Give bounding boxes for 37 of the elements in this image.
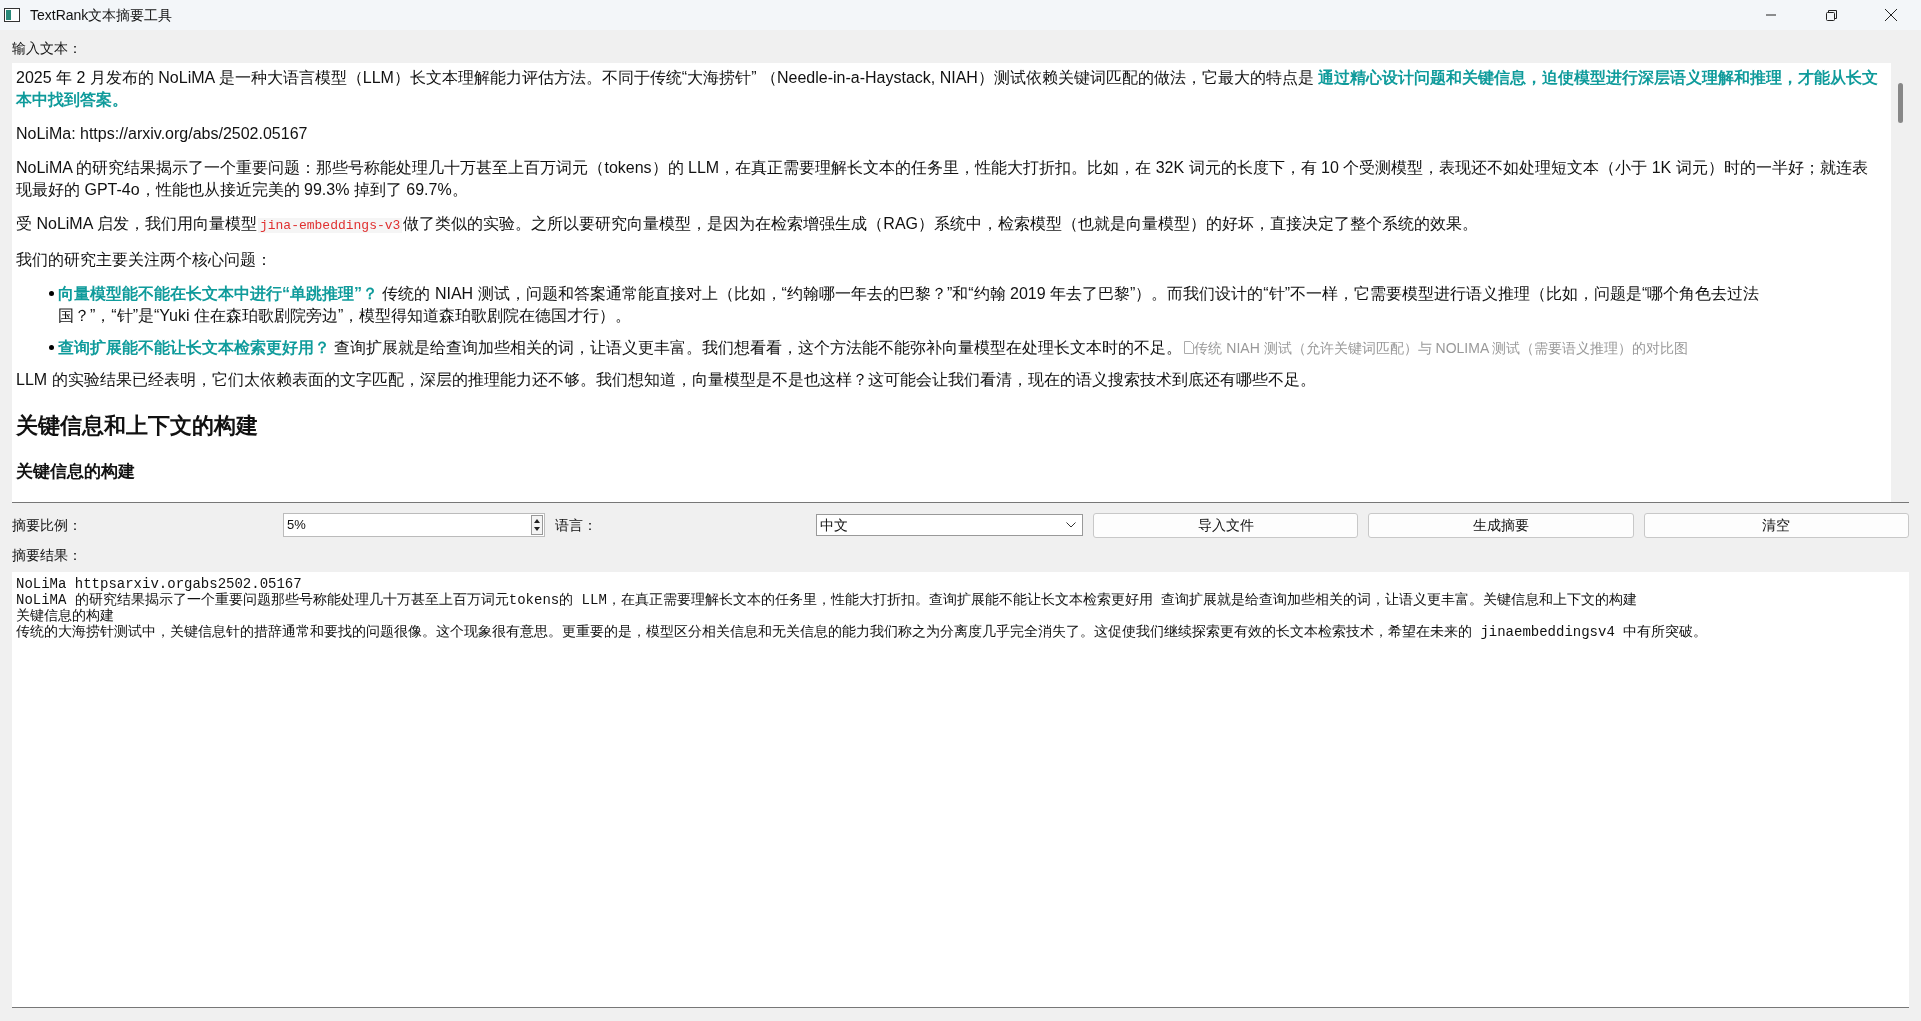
input-label: 输入文本： xyxy=(12,39,82,58)
language-dropdown[interactable]: 中文 xyxy=(816,514,1083,536)
paragraph: NoLiMa: https://arxiv.org/abs/2502.05167 xyxy=(16,124,309,144)
language-label: 语言： xyxy=(555,515,598,535)
bullet-icon xyxy=(49,345,54,350)
result-line: NoLiMa httpsarxiv.orgabs2502.05167 xyxy=(16,576,303,592)
action-button[interactable]: 生成摘要 xyxy=(1368,512,1634,538)
action-button[interactable]: 导入文件 xyxy=(1093,512,1359,538)
paragraph-text: 受 NoLiMA 启发，我们用向量模型 xyxy=(16,215,257,232)
image-alt-text: 传统 NIAH 测试（允许关键词匹配）与 NOLIMA 测试（需要语义推理）的对比图 xyxy=(1194,340,1689,356)
paragraph: LLM 的实验结果已经表明，它们太依赖表面的文字匹配，深层的推理能力还不够。我们想知道，向量模型是不是也这样？这可能会让我们看清，现在的语义搜索技术到底还有哪些不足。 xyxy=(16,370,1317,390)
paragraph-text: 做了类似的实验。之所以要研究向量模型，是因为在检索增强生成（RAG）系统中，检索模型（也就是向量模型）的好坏，直接决定了整个系统的效果。 xyxy=(403,215,1479,232)
app-icon xyxy=(4,8,20,22)
broken-image-icon xyxy=(1184,341,1195,354)
close-icon[interactable] xyxy=(1885,9,1897,21)
chevron-down-icon xyxy=(1066,522,1076,528)
paragraph: 我们的研究主要关注两个核心问题： xyxy=(16,250,273,270)
result-line: NoLiMA 的研究结果揭示了一个重要问题那些号称能处理几十万甚至上百万词元tokens的 LLM，在真正需要理解长文本的任务里，性能大打折扣。查询扩展能不能让长文本检索更好用 查询扩展就是给查询加些相关的词，让语义更丰富。关键信息和上下文的构建 xyxy=(16,592,1639,608)
result-label: 摘要结果： xyxy=(12,546,82,565)
paragraph: 2025 年 2 月发布的 NoLiMA 是一种大语言模型（LLM）长文本理解能力评估方法。不同于传统“大海捞针” （Needle-in-a-Haystack, NIAH）测试依赖关键词匹配的做法，它最大的特点是 通过精心设计问题和关键信息，迫使模型进行深层语义理解和推理，才能从长文本中找到答案。 xyxy=(16,68,1880,110)
list-item-text: 查询扩展能不能让长文本检索更好用？ 查询扩展就是给查询加些相关的词，让语义更丰富。我们想看看，这个方法能不能弥补向量模型在处理长文本时的不足。 xyxy=(58,339,1183,356)
spin-arrows-icon[interactable] xyxy=(531,515,543,535)
paragraph: NoLiMA 的研究结果揭示了一个重要问题：那些号称能处理几十万甚至上百万词元（tokens）的 LLM，在真正需要理解长文本的任务里，性能大打折扣。比如，在 32K 词元的长度下，有 10 个受测模型，表现还不如处理短文本（小于 1K 词元）时的一半好；就连表现最好的 GPT-4o，性能也从接近完美的 99.3% 掉到了 69.7%。 xyxy=(16,158,1869,200)
result-text-area[interactable] xyxy=(12,572,1909,1008)
window-title: TextRank文本摘要工具 xyxy=(30,5,173,25)
heading: 关键信息和上下文的构建 xyxy=(16,412,259,440)
list-item-text: 向量模型能不能在长文本中进行“单跳推理”？ 传统的 NIAH 测试，问题和答案通常能直接对上（比如，“约翰哪一年去的巴黎？”和“约翰 2019 年去了巴黎”）。而我们设计的“针”不一样，它需要模型进行语义推理（比如，问题是“哪个角色去过法国？”，“针”是“Yuki 住在森珀歌剧院旁边”，模型得知道森珀歌剧院在德国才行）。 xyxy=(58,285,1760,324)
subheading: 关键信息的构建 xyxy=(16,461,136,483)
restore-icon[interactable] xyxy=(1825,9,1837,21)
ratio-label: 摘要比例： xyxy=(12,515,83,535)
ratio-spinbox[interactable]: 5% xyxy=(283,513,545,537)
result-line: 关键信息的构建 xyxy=(16,608,115,624)
action-button[interactable]: 清空 xyxy=(1643,512,1909,538)
inline-code: jina-embeddings-v3 xyxy=(257,218,403,233)
bullet-icon xyxy=(49,291,54,296)
input-text-area[interactable] xyxy=(12,63,1909,503)
result-line: 传统的大海捞针测试中，关键信息针的措辞通常和要找的问题很像。这个现象很有意思。更重要的是，模型区分相关信息和无关信息的能力我们称之为分离度几乎完全消失了。这促使我们继续探索更有效的长文本检索技术，希望在未来的 jinaembeddingsv4 中有所突破。 xyxy=(16,624,1709,640)
